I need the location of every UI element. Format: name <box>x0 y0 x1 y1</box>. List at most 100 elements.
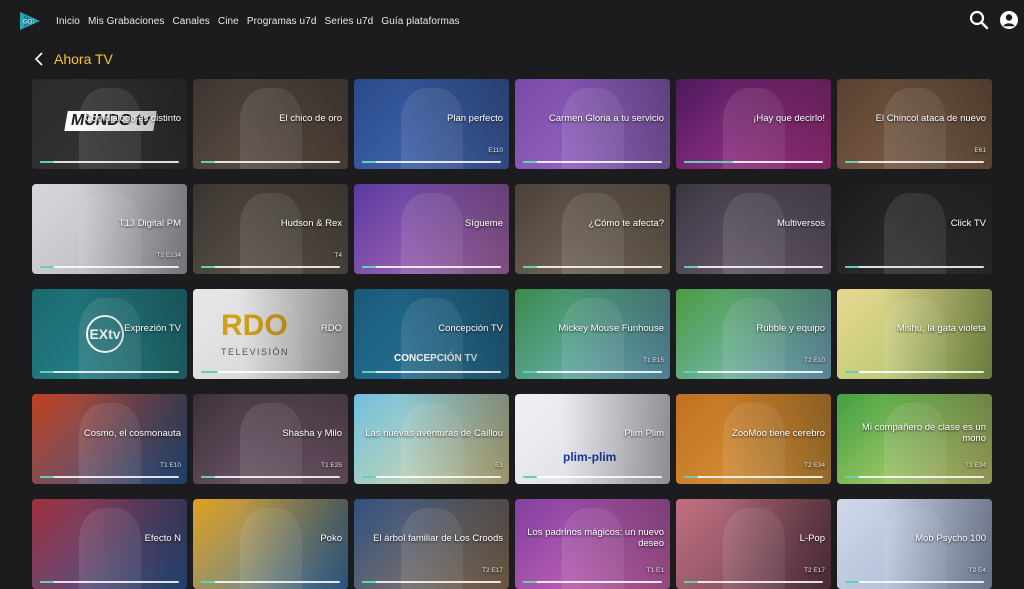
progress-fill <box>845 265 859 268</box>
progress-bar <box>523 370 662 373</box>
card-title: Shasha y Milo <box>282 427 342 439</box>
content-card[interactable]: El chico de oro <box>193 79 348 169</box>
card-episode: T3 E34 <box>965 462 986 469</box>
progress-bar <box>523 475 662 478</box>
progress-bar <box>845 475 984 478</box>
content-card[interactable]: Rubble y equipo T2 E10 <box>676 289 831 379</box>
progress-bar <box>362 580 501 583</box>
card-title: Carmen Gloria a tu servicio <box>548 112 664 124</box>
card-title: Multiversos <box>776 217 825 229</box>
progress-fill <box>523 580 537 583</box>
progress-bar <box>845 265 984 268</box>
content-card[interactable]: ¿Cómo te afecta? <box>515 184 670 274</box>
card-title: Efecto N <box>144 532 181 544</box>
content-card[interactable]: El Chincol ataca de nuevo E61 <box>837 79 992 169</box>
logo-icon: GO! <box>20 12 40 30</box>
progress-fill <box>40 475 54 478</box>
progress-bar <box>201 370 340 373</box>
breadcrumb: Ahora TV <box>34 50 113 68</box>
card-title: Plim Plim <box>624 427 664 439</box>
progress-bar <box>684 580 823 583</box>
card-episode: T2 E10 <box>804 357 825 364</box>
progress-bar <box>201 580 340 583</box>
content-card[interactable]: Multiversos <box>676 184 831 274</box>
nav-item-guia-plataformas[interactable]: Guía plataformas <box>381 16 459 27</box>
content-card[interactable]: Plan perfecto E110 <box>354 79 509 169</box>
page-title: Ahora TV <box>54 51 113 67</box>
progress-bar <box>684 160 823 163</box>
content-card[interactable]: ZooMoo tiene cerebro T2 E34 <box>676 394 831 484</box>
content-grid: MUNDO tvCon diálogo es distinto El chico … <box>32 79 992 589</box>
card-title: ZooMoo tiene cerebro <box>732 427 825 439</box>
progress-bar <box>40 265 179 268</box>
card-title: Rubble y equipo <box>756 322 825 334</box>
card-title: L-Pop <box>799 532 825 544</box>
progress-bar <box>201 160 340 163</box>
progress-bar <box>362 160 501 163</box>
content-card[interactable]: Cosmo, el cosmonauta T1 E10 <box>32 394 187 484</box>
content-card[interactable]: MUNDO tvCon diálogo es distinto <box>32 79 187 169</box>
nav-item-series-u7d[interactable]: Series u7d <box>325 16 374 27</box>
chevron-left-icon[interactable] <box>34 50 46 68</box>
nav-item-programas-u7d[interactable]: Programas u7d <box>247 16 317 27</box>
progress-fill <box>201 370 218 373</box>
progress-fill <box>362 160 376 163</box>
progress-bar <box>684 370 823 373</box>
card-title: Concepción TV <box>438 322 503 334</box>
progress-bar <box>40 580 179 583</box>
card-title: ¿Cómo te afecta? <box>588 217 664 229</box>
card-episode: E110 <box>488 147 503 154</box>
content-card[interactable]: T13 Digital PM T2 E134 <box>32 184 187 274</box>
card-title: Mishu, la gata violeta <box>896 322 986 334</box>
content-card[interactable]: Mishu, la gata violeta <box>837 289 992 379</box>
progress-bar <box>684 475 823 478</box>
progress-fill <box>201 475 215 478</box>
search-icon[interactable] <box>968 9 990 31</box>
card-title: El árbol familiar de Los Croods <box>373 532 503 544</box>
progress-fill <box>40 580 54 583</box>
progress-bar <box>201 265 340 268</box>
content-card[interactable]: RDOTELEVISIÓNRDO <box>193 289 348 379</box>
progress-bar <box>845 580 984 583</box>
card-title: Poko <box>320 532 342 544</box>
progress-fill <box>845 580 859 583</box>
card-title: Click TV <box>950 217 986 229</box>
content-card[interactable]: Carmen Gloria a tu servicio <box>515 79 670 169</box>
content-card[interactable]: CONCEPCIÓN TVConcepción TV <box>354 289 509 379</box>
card-episode: T2 E4 <box>968 567 986 574</box>
content-card[interactable]: Las nuevas aventuras de Caillou E1 <box>354 394 509 484</box>
content-card[interactable]: Mi compañero de clase es un mono T3 E34 <box>837 394 992 484</box>
main-nav: Inicio Mis Grabaciones Canales Cine Prog… <box>56 16 460 27</box>
user-icon[interactable] <box>998 9 1020 31</box>
content-card[interactable]: Click TV <box>837 184 992 274</box>
progress-bar <box>201 475 340 478</box>
content-card[interactable]: Mickey Mouse Funhouse T1 E15 <box>515 289 670 379</box>
card-episode: T2 E34 <box>804 462 825 469</box>
card-episode: T2 E134 <box>156 252 181 259</box>
progress-fill <box>362 265 376 268</box>
content-card[interactable]: Hudson & Rex T4 <box>193 184 348 274</box>
content-card[interactable]: plim-plimPlim Plim <box>515 394 670 484</box>
nav-item-canales[interactable]: Canales <box>172 16 209 27</box>
progress-fill <box>201 160 215 163</box>
progress-fill <box>845 475 859 478</box>
card-title: Plan perfecto <box>447 112 503 124</box>
card-episode: T1 E25 <box>321 462 342 469</box>
card-title: Con diálogo es distinto <box>84 112 181 124</box>
content-card[interactable]: Sígueme <box>354 184 509 274</box>
nav-item-mis-grabaciones[interactable]: Mis Grabaciones <box>88 16 165 27</box>
app-logo[interactable]: GO! <box>18 9 42 33</box>
progress-fill <box>684 265 698 268</box>
card-title: Mob Psycho 100 <box>915 532 986 544</box>
content-card[interactable]: ¡Hay que decirlo! <box>676 79 831 169</box>
progress-fill <box>684 580 698 583</box>
progress-fill <box>684 160 733 163</box>
content-card[interactable]: Shasha y Milo T1 E25 <box>193 394 348 484</box>
nav-item-inicio[interactable]: Inicio <box>56 16 80 27</box>
progress-fill <box>684 475 698 478</box>
nav-item-cine[interactable]: Cine <box>218 16 239 27</box>
progress-bar <box>362 370 501 373</box>
progress-fill <box>201 580 215 583</box>
content-card[interactable]: EXtvExprezión TV <box>32 289 187 379</box>
progress-fill <box>523 265 537 268</box>
